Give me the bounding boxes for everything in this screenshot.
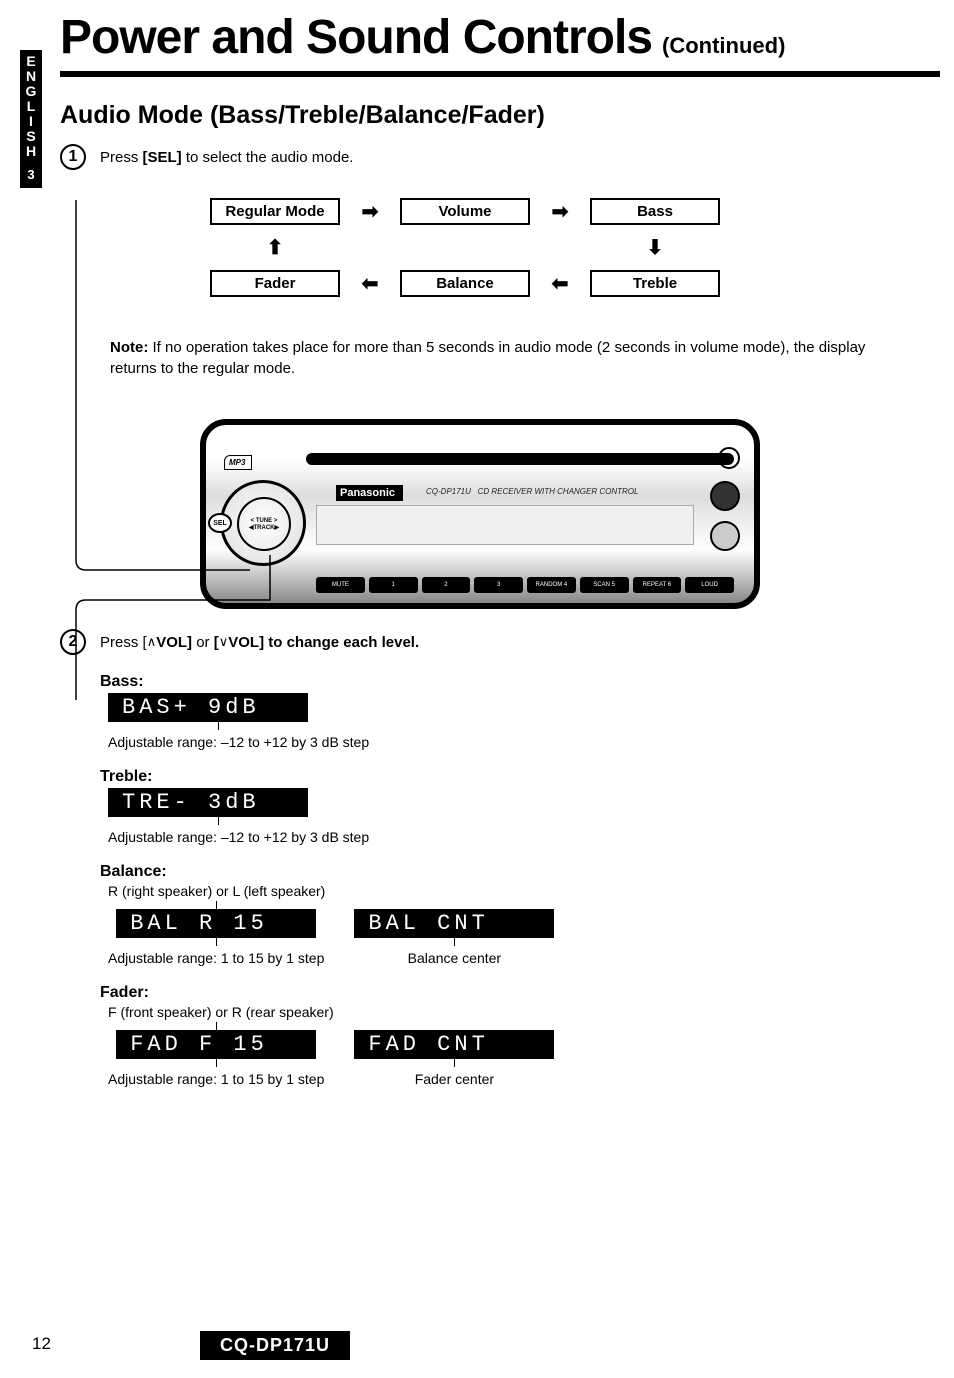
indicator-tick [216, 1059, 217, 1067]
step-2-marker: 2 [60, 629, 86, 655]
treble-display: TRE- 3dB [108, 788, 308, 817]
treble-section: Treble: TRE- 3dB Adjustable range: –12 t… [100, 768, 940, 845]
footer-model: CQ-DP171U [200, 1331, 350, 1360]
fader-range: Adjustable range: 1 to 15 by 1 step [108, 1071, 324, 1087]
flow-bass: Bass [590, 198, 720, 225]
balance-label: Balance: [100, 863, 940, 881]
step-1: 1 Press [SEL] to select the audio mode. [60, 144, 940, 170]
bass-label: Bass: [100, 673, 940, 691]
bass-range: Adjustable range: –12 to +12 by 3 dB ste… [108, 734, 940, 750]
device-btn: RANDOM 4 [527, 577, 576, 593]
indicator-tick [216, 901, 217, 909]
main-knob: < TUNE > ◀TRACK▶ [220, 480, 306, 566]
balance-section: Balance: R (right speaker) or L (left sp… [100, 863, 940, 966]
title-rule [60, 71, 940, 77]
section-subtitle: Audio Mode (Bass/Treble/Balance/Fader) [60, 101, 940, 130]
language-letters: ENGLISH [20, 54, 42, 159]
fader-label: Fader: [100, 984, 940, 1002]
flow-regular: Regular Mode [210, 198, 340, 225]
note-label: Note: [110, 339, 148, 356]
indicator-tick [216, 938, 217, 946]
arrow-left-icon: ⬅ [362, 271, 379, 296]
indicator-tick [454, 1059, 455, 1067]
flow-balance: Balance [400, 270, 530, 297]
flow-treble: Treble [590, 270, 720, 297]
indicator-tick [218, 722, 219, 730]
balance-range: Adjustable range: 1 to 15 by 1 step [108, 950, 324, 966]
note-text: If no operation takes place for more tha… [110, 339, 865, 377]
fader-col-2: FAD CNT Fader center [354, 1022, 554, 1087]
title-continued: (Continued) [662, 33, 785, 59]
knob-labels: < TUNE > ◀TRACK▶ [237, 497, 291, 551]
balance-col-1: BAL R 15 Adjustable range: 1 to 15 by 1 … [108, 901, 324, 966]
eject-button-icon [718, 447, 740, 469]
fader-display-2: FAD CNT [354, 1030, 554, 1059]
balance-display-2: BAL CNT [354, 909, 554, 938]
device-btn: 2 [422, 577, 471, 593]
fader-display-1: FAD F 15 [116, 1030, 316, 1059]
fader-section: Fader: F (front speaker) or R (rear spea… [100, 984, 940, 1087]
flow-volume: Volume [400, 198, 530, 225]
flow-fader: Fader [210, 270, 340, 297]
page-content: Power and Sound Controls (Continued) Aud… [60, 10, 940, 1087]
step-2: 2 Press [∧VOL] or [∨VOL] to change each … [60, 629, 940, 655]
step-1-marker: 1 [60, 144, 86, 170]
page-number: 12 [32, 1334, 51, 1354]
title-row: Power and Sound Controls (Continued) [60, 10, 940, 65]
arrow-up-icon: ⬆ [267, 235, 284, 260]
right-knob [710, 481, 740, 511]
device-model: CQ-DP171U CD RECEIVER WITH CHANGER CONTR… [426, 487, 638, 496]
step-2-text: Press [∧VOL] or [∨VOL] to change each le… [100, 634, 419, 651]
language-page: 3 [20, 167, 42, 182]
device-btn: 1 [369, 577, 418, 593]
cd-slot [306, 453, 734, 465]
bass-section: Bass: BAS+ 9dB Adjustable range: –12 to … [100, 673, 940, 750]
indicator-tick [216, 1022, 217, 1030]
device-brand: Panasonic [336, 485, 403, 501]
mp3-badge: MP3 [224, 455, 252, 470]
right-knob-2 [710, 521, 740, 551]
device-lcd [316, 505, 694, 545]
treble-range: Adjustable range: –12 to +12 by 3 dB ste… [108, 829, 940, 845]
device-btn: REPEAT 6 [633, 577, 682, 593]
up-caret-icon: ∧ [147, 634, 157, 650]
step-1-text: Press [SEL] to select the audio mode. [100, 149, 353, 166]
down-caret-icon: ∨ [219, 634, 229, 650]
arrow-right-icon: ➡ [552, 199, 569, 224]
sel-button: SEL [208, 513, 232, 533]
note-block: Note: If no operation takes place for mo… [110, 337, 910, 379]
fader-sub: F (front speaker) or R (rear speaker) [108, 1004, 940, 1020]
indicator-tick [454, 938, 455, 946]
device-btn: SCAN 5 [580, 577, 629, 593]
fader-center: Fader center [415, 1071, 494, 1087]
balance-center: Balance center [408, 950, 501, 966]
language-tab: ENGLISH 3 [20, 50, 42, 188]
device-btn: LOUD [685, 577, 734, 593]
indicator-tick [218, 817, 219, 825]
page-title: Power and Sound Controls [60, 10, 652, 65]
treble-label: Treble: [100, 768, 940, 786]
mode-flow-diagram: Regular Mode ➡ Volume ➡ Bass ⬆ ⬇ Fader ⬅… [210, 198, 940, 297]
bass-display: BAS+ 9dB [108, 693, 308, 722]
balance-display-1: BAL R 15 [116, 909, 316, 938]
arrow-right-icon: ➡ [362, 199, 379, 224]
device-illustration: MP3 Panasonic CQ-DP171U CD RECEIVER WITH… [200, 419, 760, 609]
fader-col-1: FAD F 15 Adjustable range: 1 to 15 by 1 … [108, 1022, 324, 1087]
balance-col-2: BAL CNT Balance center [354, 901, 554, 966]
device-btn: MUTE [316, 577, 365, 593]
arrow-down-icon: ⬇ [647, 235, 664, 260]
device-button-row: MUTE 1 2 3 RANDOM 4 SCAN 5 REPEAT 6 LOUD [316, 577, 734, 593]
balance-sub: R (right speaker) or L (left speaker) [108, 883, 940, 899]
arrow-left-icon: ⬅ [552, 271, 569, 296]
device-btn: 3 [474, 577, 523, 593]
